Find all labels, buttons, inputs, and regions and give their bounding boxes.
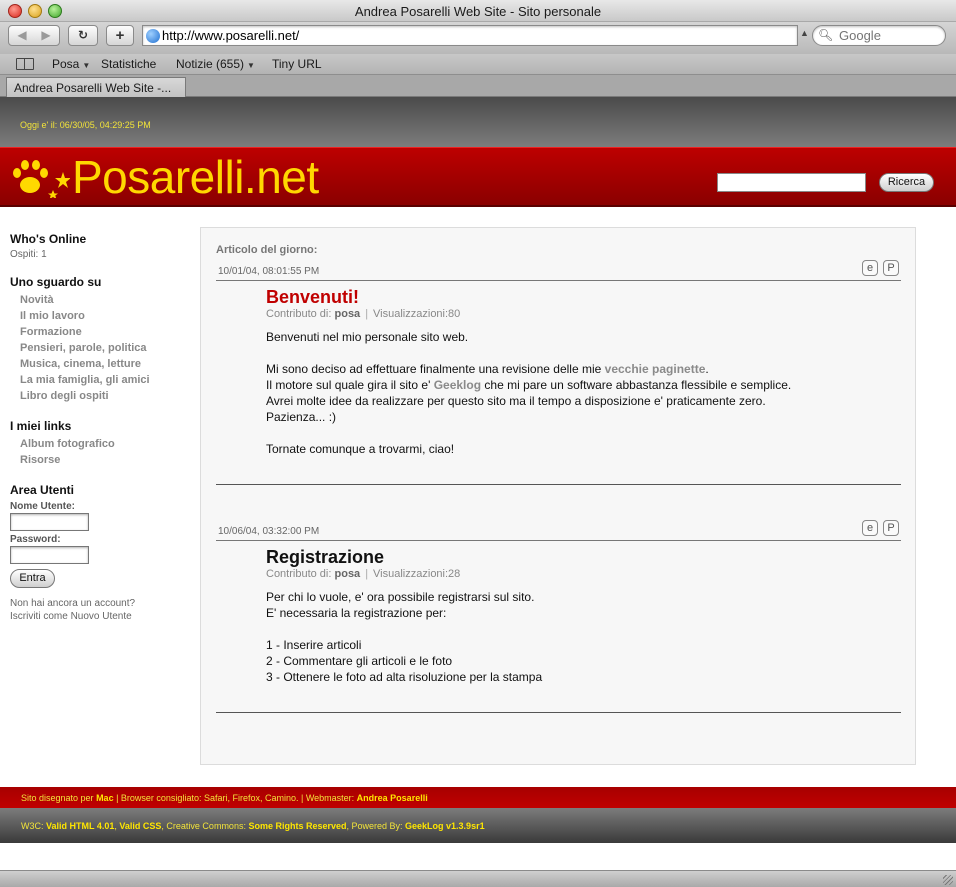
uno-sguardo-list: Novità Il mio lavoro Formazione Pensieri… [10,292,190,404]
bookmark-tiny-url[interactable]: Tiny URL [272,57,322,71]
sidebar-link-formazione[interactable]: Formazione [20,324,190,340]
paw-logo-icon [13,160,70,198]
reload-icon: ↻ [77,28,89,42]
browser-toolbar: ◀▶ ↻ + ▲ 🔍︎ [0,22,956,54]
miei-links-list: Album fotografico Risorse [10,436,190,468]
miei-links-heading: I miei links [10,419,72,433]
resize-grip-icon[interactable] [943,875,953,885]
book-icon[interactable] [16,58,34,70]
url-history-chevron-icon[interactable]: ▲ [800,28,809,38]
browser-status-bar [0,870,956,887]
story-views: Visualizzazioni:80 [373,308,461,320]
valid-html-link[interactable]: Valid HTML 4.01 [46,821,114,831]
vecchie-paginette-link[interactable]: vecchie paginette [605,362,706,376]
search-icon[interactable]: 🔍︎ [818,28,833,42]
sidebar-link-album[interactable]: Album fotografico [20,436,190,452]
window-title: Andrea Posarelli Web Site - Sito persona… [354,4,602,19]
bookmark-notizie[interactable]: Notizie (655) ▼ [176,57,255,71]
bookmark-posa[interactable]: Posa ▼ [52,57,90,71]
geeklog-version-link[interactable]: GeekLog v1.3.9sr1 [405,821,485,831]
site-logo[interactable]: Posarelli.net [72,150,319,204]
site-header: Posarelli.net Ricerca [0,147,956,207]
dropdown-arrow-icon: ▼ [247,61,255,70]
geeklog-link[interactable]: Geeklog [434,378,481,392]
area-utenti-heading: Area Utenti [10,483,75,497]
window-titlebar: Andrea Posarelli Web Site - Sito persona… [0,0,956,22]
story-tools: eP [857,520,899,536]
bookmarks-bar: Posa ▼ Statistiche Notizie (655) ▼ Tiny UR… [0,54,956,75]
story-body: Per chi lo vuole, e' ora possibile regis… [266,590,543,684]
site-search-input[interactable] [717,173,866,192]
print-story-icon[interactable]: P [883,260,899,276]
address-bar[interactable] [142,25,798,46]
story-byline: Contributo di: posa | Visualizzazioni:28 [266,568,461,580]
creative-commons-link[interactable]: Some Rights Reserved [248,821,346,831]
globe-icon [146,29,160,43]
back-icon[interactable]: ◀ [10,26,34,45]
back-forward-buttons: ◀ ▶ [8,25,60,46]
left-sidebar: Who's Online Ospiti: 1 Uno sguardo su No… [10,232,190,623]
sidebar-link-risorse[interactable]: Risorse [20,452,190,468]
password-input[interactable] [10,546,89,564]
bookmark-statistiche[interactable]: Statistiche [101,57,156,71]
footer-credits: Sito disegnato per Mac | Browser consigl… [0,787,956,808]
forward-icon[interactable]: ▶ [34,26,58,45]
sidebar-link-musica[interactable]: Musica, cinema, letture [20,356,190,372]
story-title[interactable]: Benvenuti! [266,287,359,308]
story-divider [216,540,901,541]
story-date: 10/01/04, 08:01:55 PM [218,266,320,277]
story-divider [216,280,901,281]
whos-online-heading: Who's Online [10,232,87,246]
tab-current[interactable]: Andrea Posarelli Web Site -... [6,77,186,97]
username-label: Nome Utente: [10,501,76,512]
email-story-icon[interactable]: e [862,520,878,536]
main-content: Articolo del giorno: 10/01/04, 08:01:55 … [200,227,916,765]
url-input[interactable] [162,27,782,44]
google-search-input[interactable] [839,28,939,43]
sidebar-link-lavoro[interactable]: Il mio lavoro [20,308,190,324]
online-guests-count: Ospiti: 1 [10,249,47,260]
current-date: Oggi e' il: 06/30/05, 04:29:25 PM [20,120,151,130]
email-story-icon[interactable]: e [862,260,878,276]
story-body: Benvenuti nel mio personale sito web. Mi… [266,330,792,456]
uno-sguardo-heading: Uno sguardo su [10,275,102,289]
sidebar-link-novita[interactable]: Novità [20,292,190,308]
plus-icon: + [115,27,125,44]
google-search-box[interactable]: 🔍︎ [812,25,946,46]
story-date: 10/06/04, 03:32:00 PM [218,526,320,537]
tab-bar: Andrea Posarelli Web Site -... [0,75,956,97]
new-user-link[interactable]: Nuovo Utente [71,611,132,622]
story-author[interactable]: posa [335,568,361,580]
sidebar-link-pensieri[interactable]: Pensieri, parole, politica [20,340,190,356]
register-note: Non hai ancora un account? Iscriviti com… [10,598,136,622]
footer-validation: W3C: Valid HTML 4.01, Valid CSS, Creativ… [0,808,956,843]
sidebar-link-famiglia[interactable]: La mia famiglia, gli amici [20,372,190,388]
story-end-divider [216,484,901,485]
search-button[interactable]: Ricerca [879,173,934,192]
sidebar-link-libro-ospiti[interactable]: Libro degli ospiti [20,388,190,404]
login-button[interactable]: Entra [10,569,55,588]
story-author[interactable]: posa [335,308,361,320]
valid-css-link[interactable]: Valid CSS [119,821,161,831]
story-end-divider [216,712,901,713]
webmaster-link[interactable]: Andrea Posarelli [357,793,428,803]
dropdown-arrow-icon: ▼ [82,61,91,70]
add-bookmark-button[interactable]: + [106,25,134,46]
story-byline: Contributo di: posa | Visualizzazioni:80 [266,308,461,320]
story-title[interactable]: Registrazione [266,547,384,568]
story-tools: eP [857,260,899,276]
reload-button[interactable]: ↻ [68,25,98,46]
print-story-icon[interactable]: P [883,520,899,536]
mac-link[interactable]: Mac [96,793,114,803]
story-views: Visualizzazioni:28 [373,568,461,580]
site-header-top: Oggi e' il: 06/30/05, 04:29:25 PM [0,97,956,147]
username-input[interactable] [10,513,89,531]
password-label: Password: [10,534,61,545]
featured-article-label: Articolo del giorno: [216,244,318,256]
